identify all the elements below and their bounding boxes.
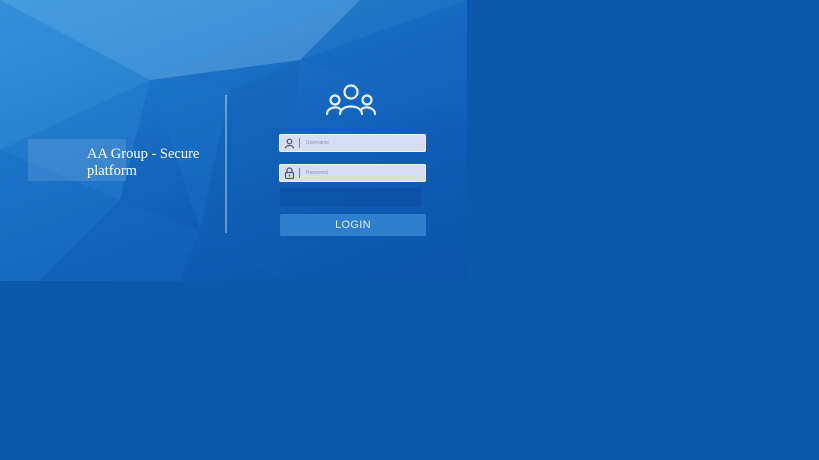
field-separator [299,168,300,178]
username-field[interactable] [279,134,426,152]
brand-title: AA Group - Secure platform [87,146,200,179]
user-icon [283,137,296,150]
password-field[interactable] [279,164,426,182]
field-separator [299,138,300,148]
username-input[interactable] [306,140,416,146]
login-page: AA Group - Secure platform Username LOGI… [0,0,819,460]
form-spacer [280,188,422,207]
password-input[interactable] [306,170,416,176]
lock-icon [283,167,296,180]
login-panel: AA Group - Secure platform Username LOGI… [0,0,467,281]
users-icon [325,82,377,118]
login-button[interactable]: LOGIN [280,214,426,236]
